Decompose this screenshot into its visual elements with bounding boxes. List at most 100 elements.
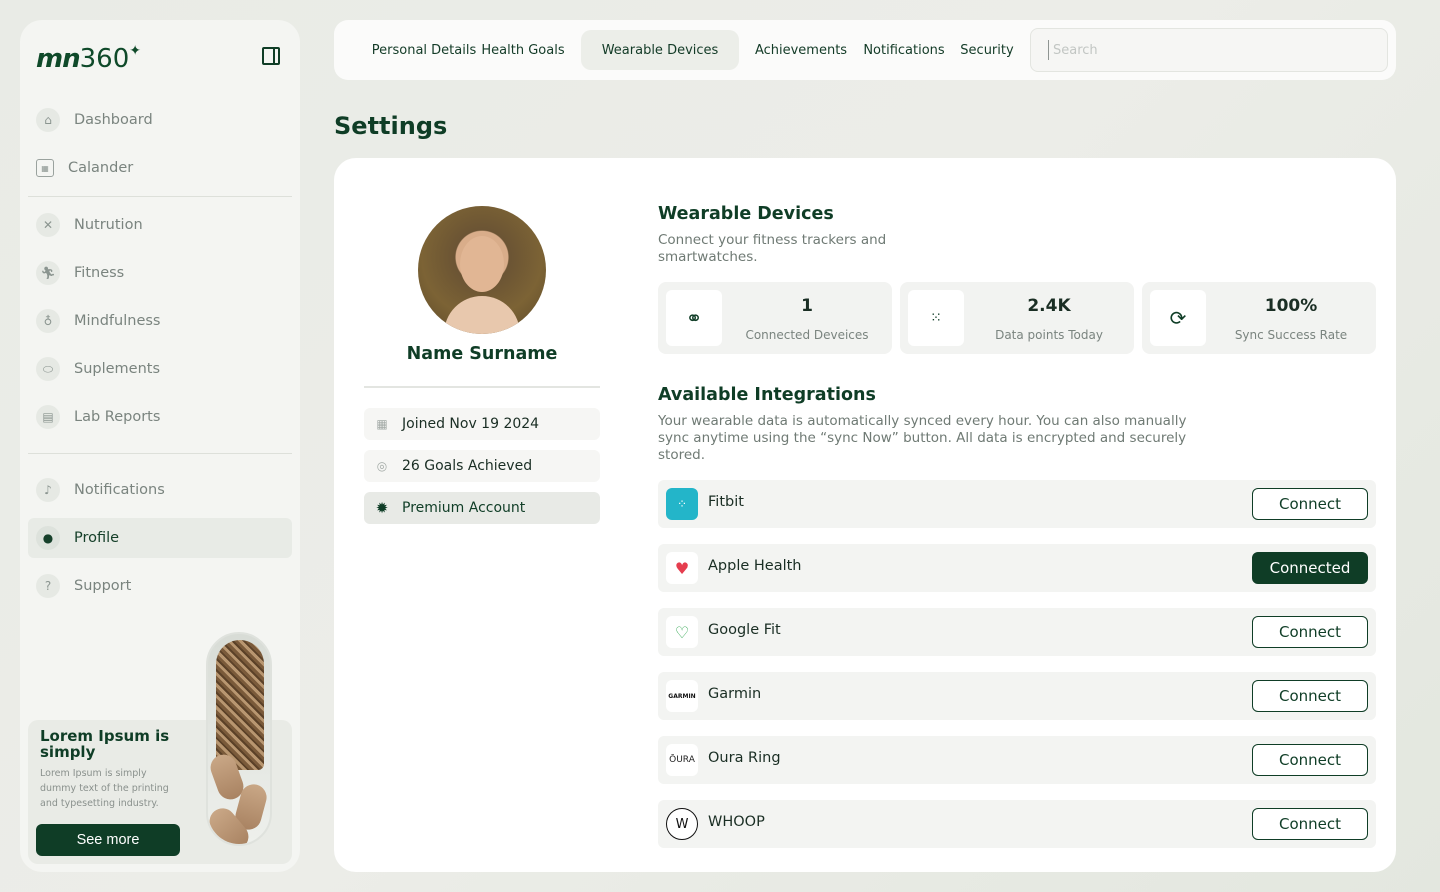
heart-icon: ♥ bbox=[666, 552, 698, 584]
tab-health-goals[interactable]: Health Goals bbox=[476, 30, 570, 70]
integration-garmin: GARMIN Garmin Connect bbox=[658, 672, 1376, 720]
metric-value: 1 bbox=[801, 296, 813, 316]
calendar-icon: ▦ bbox=[36, 159, 54, 177]
joined-date: Joined Nov 19 2024 bbox=[402, 416, 540, 432]
sidebar-item-label: Calander bbox=[68, 160, 134, 176]
running-icon: 🏃︎ bbox=[36, 261, 60, 285]
sidebar-item-nutrution[interactable]: ✕ Nutrution bbox=[28, 205, 292, 245]
metric-label: Connected Deveices bbox=[745, 328, 869, 342]
sidebar-item-fitness[interactable]: 🏃︎ Fitness bbox=[28, 253, 292, 293]
sidebar-item-label: Support bbox=[74, 578, 132, 594]
brand-logo[interactable]: mn360 ✦ bbox=[36, 43, 141, 74]
sidebar-item-label: Notifications bbox=[74, 482, 165, 498]
text-cursor bbox=[1048, 40, 1049, 60]
search-input[interactable] bbox=[1030, 28, 1388, 72]
connect-garmin-button[interactable]: Connect bbox=[1252, 680, 1368, 712]
tab-notifications[interactable]: Notifications bbox=[860, 30, 948, 70]
sidebar-item-support[interactable]: ? Support bbox=[28, 566, 292, 606]
integrations-description: Your wearable data is automatically sync… bbox=[658, 413, 1187, 463]
utensils-icon: ✕ bbox=[36, 213, 60, 237]
sidebar-item-label: Fitness bbox=[74, 265, 125, 281]
metric-connected-devices: ⚭ 1 Connected Deveices bbox=[658, 282, 892, 354]
target-icon: ◎ bbox=[376, 459, 388, 473]
bell-icon: ♪ bbox=[36, 478, 60, 502]
meditation-icon: ♁ bbox=[36, 309, 60, 333]
tab-wearable-devices[interactable]: Wearable Devices bbox=[581, 30, 739, 70]
connect-whoop-button[interactable]: Connect bbox=[1252, 808, 1368, 840]
sidebar-item-profile[interactable]: ● Profile bbox=[28, 518, 292, 558]
premium-account-row: ✹ Premium Account bbox=[364, 492, 600, 524]
premium-account: Premium Account bbox=[402, 500, 526, 516]
tab-security[interactable]: Security bbox=[956, 30, 1018, 70]
integration-oura-ring: ŌURA Oura Ring Connect bbox=[658, 736, 1376, 784]
sidebar-item-label: Suplements bbox=[74, 361, 161, 377]
page-title: Settings bbox=[334, 112, 448, 140]
wearables-title: Wearable Devices bbox=[658, 204, 834, 224]
metric-value: 2.4K bbox=[1027, 296, 1071, 316]
dots-grid-icon: ⁙ bbox=[908, 290, 964, 346]
supplement-capsule-image bbox=[206, 632, 272, 846]
connect-oura-ring-button[interactable]: Connect bbox=[1252, 744, 1368, 776]
sidebar-item-label: Nutrution bbox=[74, 217, 143, 233]
see-more-button[interactable]: See more bbox=[36, 824, 180, 856]
integration-name: Apple Health bbox=[708, 558, 802, 574]
report-icon: ▤ bbox=[36, 405, 60, 429]
integrations-title: Available Integrations bbox=[658, 385, 876, 405]
promo-title: Lorem Ipsum is simply bbox=[40, 727, 170, 761]
sidebar-toggle-icon[interactable] bbox=[262, 47, 280, 65]
goals-achieved: 26 Goals Achieved bbox=[402, 458, 533, 474]
integration-name: Oura Ring bbox=[708, 750, 781, 766]
integration-name: WHOOP bbox=[708, 814, 765, 830]
sidebar-item-label: Lab Reports bbox=[74, 409, 161, 425]
integration-apple-health: ♥ Apple Health Connected bbox=[658, 544, 1376, 592]
metric-label: Sync Success Rate bbox=[1234, 328, 1348, 342]
tab-personal-details[interactable]: Personal Details bbox=[354, 30, 494, 70]
metric-label: Data points Today bbox=[995, 328, 1103, 342]
whoop-icon: W bbox=[666, 808, 698, 840]
metric-value: 100% bbox=[1264, 296, 1318, 316]
sync-icon: ⟳ bbox=[1150, 290, 1206, 346]
badge-icon: ✹ bbox=[375, 499, 389, 517]
user-icon: ● bbox=[36, 526, 60, 550]
promo-text: Lorem Ipsum is simply dummy text of the … bbox=[40, 768, 169, 809]
calendar-icon: ▦ bbox=[376, 417, 388, 431]
sidebar-item-lab-reports[interactable]: ▤ Lab Reports bbox=[28, 397, 292, 437]
avatar[interactable] bbox=[418, 206, 546, 334]
sidebar-item-mindfulness[interactable]: ♁ Mindfulness bbox=[28, 301, 292, 341]
settings-tab-bar: Personal Details Health Goals Wearable D… bbox=[334, 20, 1396, 80]
logo-number: 360 bbox=[79, 44, 130, 74]
integration-name: Google Fit bbox=[708, 622, 781, 638]
sidebar-item-notifications[interactable]: ♪ Notifications bbox=[28, 470, 292, 510]
devices-icon: ⚭ bbox=[666, 290, 722, 346]
home-icon: ⌂ bbox=[36, 108, 60, 132]
goals-achieved-row: ◎ 26 Goals Achieved bbox=[364, 450, 600, 482]
settings-card: Name Surname ▦ Joined Nov 19 2024 ◎ 26 G… bbox=[334, 158, 1396, 872]
profile-divider bbox=[364, 386, 600, 388]
google-fit-icon: ♡ bbox=[666, 616, 698, 648]
garmin-icon: GARMIN bbox=[666, 680, 698, 712]
help-icon: ? bbox=[36, 574, 60, 598]
sidebar-item-dashboard[interactable]: ⌂ Dashboard bbox=[28, 100, 292, 140]
oura-icon: ŌURA bbox=[666, 744, 698, 776]
integration-google-fit: ♡ Google Fit Connect bbox=[658, 608, 1376, 656]
integration-fitbit: ⁘ Fitbit Connect bbox=[658, 480, 1376, 528]
integration-name: Garmin bbox=[708, 686, 762, 702]
sidebar-item-suplements[interactable]: ⬭ Suplements bbox=[28, 349, 292, 389]
integration-name: Fitbit bbox=[708, 494, 744, 510]
sidebar-divider bbox=[28, 196, 292, 197]
wearables-description: Connect your fitness trackers and smartw… bbox=[658, 232, 887, 265]
joined-date-row: ▦ Joined Nov 19 2024 bbox=[364, 408, 600, 440]
sidebar-item-label: Profile bbox=[74, 530, 120, 546]
connect-google-fit-button[interactable]: Connect bbox=[1252, 616, 1368, 648]
fitbit-icon: ⁘ bbox=[666, 488, 698, 520]
connected-apple-health-button[interactable]: Connected bbox=[1252, 552, 1368, 584]
metric-data-points: ⁙ 2.4K Data points Today bbox=[900, 282, 1134, 354]
sidebar-item-label: Dashboard bbox=[74, 112, 153, 128]
tab-achievements[interactable]: Achievements bbox=[748, 30, 854, 70]
sidebar-divider bbox=[28, 453, 292, 454]
connect-fitbit-button[interactable]: Connect bbox=[1252, 488, 1368, 520]
metric-sync-rate: ⟳ 100% Sync Success Rate bbox=[1142, 282, 1376, 354]
sidebar-item-calander[interactable]: ▦ Calander bbox=[28, 148, 292, 188]
pills-icon: ⬭ bbox=[36, 357, 60, 381]
integration-whoop: W WHOOP Connect bbox=[658, 800, 1376, 848]
